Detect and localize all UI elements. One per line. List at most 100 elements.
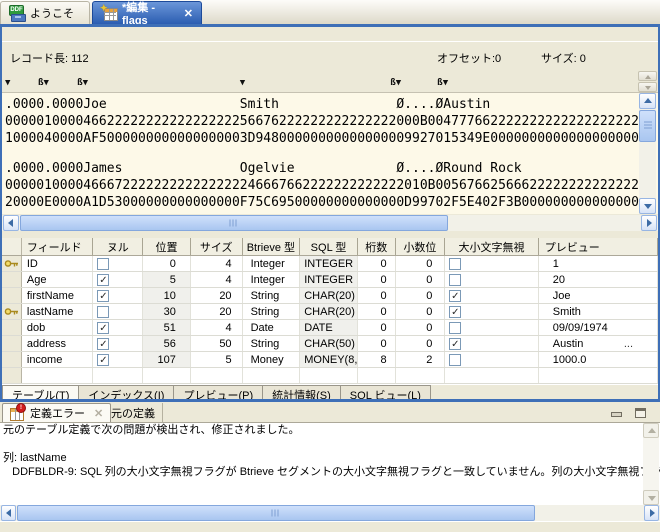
column-header-size[interactable]: サイズ [191,238,243,255]
tab-preview-view[interactable]: プレビュー(P) [174,385,263,400]
hex-text-line[interactable]: .0000.0000Joe Smith Ø....ØAustin [5,96,658,113]
scroll-left-button[interactable] [3,215,19,231]
null-checkbox[interactable]: ✓ [97,322,109,334]
case-insensitive-checkbox[interactable]: ✓ [449,290,461,302]
column-header-pos[interactable]: 位置 [143,238,191,255]
cell-key [2,272,22,287]
editor-tab-bar: DDF ようこそ ✦ *編集 - flags ✕ [0,0,660,24]
cell-case: ✓ [445,336,538,351]
table-row[interactable]: income✓1075MoneyMONEY(8,2)821000.0 [2,352,658,368]
field-boundary-marker[interactable]: ▼ [5,76,10,90]
field-boundary-marker[interactable]: ß▼ [390,76,401,90]
cell-dec [396,368,446,383]
cell-dec: 2 [396,352,446,367]
cell-pos: 107 [143,352,191,367]
tab-index-view[interactable]: インデックス(I) [79,385,174,400]
tab-statistics-view[interactable]: 統計情報(S) [263,385,341,400]
cell-digits: 8 [358,352,396,367]
tab-table-view[interactable]: テーブル(T) [2,385,79,400]
cell-key [2,304,22,319]
hex-low-nibbles-line[interactable]: 20000E0000A1D53000000000000000F75C695000… [5,194,658,211]
hex-high-nibbles-line[interactable]: 0000010000466672222222222222222466676622… [5,177,658,194]
column-header-sqltype[interactable]: SQL 型 [300,238,358,255]
scroll-thumb[interactable] [17,505,535,521]
cell-sqltype [300,368,358,383]
cell-digits: 0 [358,288,396,303]
record-down-spinner[interactable] [638,82,657,92]
scroll-thumb[interactable] [20,215,448,231]
maximize-icon[interactable] [634,408,646,418]
table-row[interactable] [2,368,658,384]
column-header-key[interactable] [2,238,22,255]
column-header-dec[interactable]: 小数位 [396,238,446,255]
null-checkbox[interactable]: ✓ [97,354,109,366]
case-insensitive-checkbox[interactable]: ✓ [449,338,461,350]
scroll-up-button[interactable] [643,423,659,438]
scroll-right-button[interactable] [641,215,657,231]
cell-case: ✓ [445,304,538,319]
table-row[interactable]: Age✓54IntegerINTEGER0020 [2,272,658,288]
column-header-digits[interactable]: 桁数 [358,238,396,255]
cell-size [191,368,243,383]
column-header-preview[interactable]: プレビュー [539,238,658,255]
null-checkbox[interactable] [97,258,109,270]
table-row[interactable]: ID04IntegerINTEGER001 [2,256,658,272]
hex-data-view[interactable]: .0000.0000Joe Smith Ø....ØAustin 0000010… [2,92,658,214]
scroll-up-button[interactable] [639,93,656,109]
table-row[interactable]: firstName✓1020StringCHAR(20)00✓Joe [2,288,658,304]
tab-edit-flags[interactable]: ✦ *編集 - flags ✕ [92,1,202,24]
null-checkbox[interactable]: ✓ [97,338,109,350]
case-insensitive-checkbox[interactable] [449,274,461,286]
cell-pos: 56 [143,336,191,351]
column-header-btype[interactable]: Btrieve 型 [243,238,301,255]
hex-low-nibbles-line[interactable]: 1000040000AF5000000000000000003D94800000… [5,130,658,147]
column-header-null[interactable]: ヌル [93,238,143,255]
field-boundary-marker[interactable]: ß▼ [38,76,49,90]
tab-definition-errors[interactable]: ! 定義エラー ✕ [2,403,111,422]
field-boundary-marker[interactable]: ▼ [240,76,245,90]
scroll-right-button[interactable] [644,505,659,521]
case-insensitive-checkbox[interactable] [449,354,461,366]
close-icon[interactable]: ✕ [184,7,193,20]
error-badge: ! [16,403,26,413]
cell-preview: 09/09/1974 [539,320,658,335]
hex-high-nibbles-line[interactable]: 0000010000466222222222222222225667622222… [5,113,658,130]
column-header-case[interactable]: 大小文字無視 [445,238,538,255]
record-up-spinner[interactable] [638,71,657,81]
cell-key [2,368,22,383]
minimize-icon[interactable] [610,408,622,418]
hex-horizontal-scrollbar[interactable] [2,215,658,231]
problems-vertical-scrollbar[interactable] [643,423,659,505]
null-checkbox[interactable] [97,306,109,318]
scroll-left-button[interactable] [1,505,16,521]
table-row[interactable]: lastName3020StringCHAR(20)00✓Smith [2,304,658,320]
null-checkbox[interactable]: ✓ [97,290,109,302]
cell-sqltype: DATE [300,320,358,335]
close-icon[interactable]: ✕ [94,407,103,420]
tab-welcome[interactable]: DDF ようこそ [0,1,90,24]
problems-horizontal-scrollbar[interactable] [0,505,660,521]
cell-pos: 0 [143,256,191,271]
table-row[interactable]: address✓5650StringCHAR(50)00✓Austin... [2,336,658,352]
ddf-builder-window: DDF ようこそ ✦ *編集 - flags ✕ レコード長: 112 オフセッ… [0,0,660,531]
hex-vertical-scrollbar[interactable] [639,93,656,214]
field-boundary-marker[interactable]: ß▼ [77,76,88,90]
column-header-field[interactable]: フィールド [22,238,94,255]
cell-case [445,368,538,383]
cell-key [2,352,22,367]
case-insensitive-checkbox[interactable] [449,258,461,270]
hex-text-line[interactable]: .0000.0000James Ogelvie Ø....ØRound Rock [5,160,658,177]
field-boundary-marker[interactable]: ß▼ [437,76,448,90]
case-insensitive-checkbox[interactable] [449,322,461,334]
scroll-thumb[interactable] [639,110,656,142]
scroll-down-button[interactable] [643,490,659,505]
cell-preview: Austin... [539,336,658,351]
cell-null: ✓ [93,320,143,335]
scroll-down-button[interactable] [639,198,656,214]
tab-sql-view[interactable]: SQL ビュー(L) [341,385,431,400]
case-insensitive-checkbox[interactable]: ✓ [449,306,461,318]
error-message-area[interactable]: 元のテーブル定義で次の問題が検出され、修正されました。 列: lastName … [0,422,660,505]
table-row[interactable]: dob✓514DateDATE0009/09/1974 [2,320,658,336]
null-checkbox[interactable]: ✓ [97,274,109,286]
tab-original-definition[interactable]: 元の定義 [104,403,163,422]
